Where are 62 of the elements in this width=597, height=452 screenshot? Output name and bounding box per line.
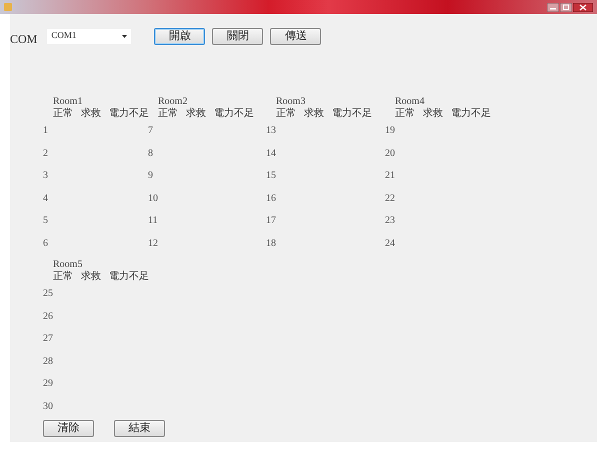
room-label: Room3 <box>275 96 306 108</box>
row-number: 3 <box>43 170 48 181</box>
row-number: 28 <box>43 356 53 366</box>
column-header: 正常 <box>395 108 415 120</box>
column-header: 電力不足 <box>109 271 149 283</box>
window-button[interactable]: 清除 <box>43 420 94 437</box>
row-number: 8 <box>148 148 153 158</box>
row-number: 29 <box>43 378 53 389</box>
row-number: 17 <box>266 215 276 226</box>
row-number: 16 <box>266 192 276 204</box>
row-number: 5 <box>43 215 48 226</box>
row-number: 13 <box>266 125 276 136</box>
room-label: Room2 <box>157 96 188 108</box>
window-button[interactable]: 結束 <box>114 420 165 437</box>
row-number: 14 <box>266 148 276 158</box>
row-number: 1 <box>43 125 48 136</box>
column-header: 正常 <box>158 108 178 120</box>
column-header: 正常 <box>53 108 73 120</box>
room-label: Room5 <box>52 259 84 270</box>
column-header: 求救 <box>423 108 443 120</box>
row-number: 19 <box>385 125 395 136</box>
room-label: Room1 <box>52 96 84 108</box>
row-number: 12 <box>148 238 158 248</box>
row-number: 26 <box>43 310 53 322</box>
row-number: 2 <box>43 148 48 158</box>
app-icon <box>4 3 12 11</box>
close-icon[interactable] <box>573 2 593 12</box>
row-number: 24 <box>385 238 395 248</box>
row-number: 6 <box>43 238 48 248</box>
column-header: 正常 <box>276 108 296 120</box>
column-header: 求救 <box>81 271 101 283</box>
row-number: 4 <box>43 192 48 204</box>
com-label: COM <box>10 31 38 48</box>
column-header: 求救 <box>81 108 101 120</box>
window-button[interactable]: 開啟 <box>154 28 206 44</box>
column-header: 電力不足 <box>109 108 149 120</box>
row-number: 18 <box>266 238 276 248</box>
row-number: 22 <box>385 192 395 204</box>
row-number: 7 <box>148 125 153 136</box>
column-header: 求救 <box>304 108 324 120</box>
maximize-icon[interactable] <box>560 2 572 12</box>
row-number: 30 <box>43 400 53 412</box>
window-button[interactable]: 傳送 <box>270 28 322 44</box>
row-number: 20 <box>385 148 395 158</box>
row-number: 23 <box>385 215 395 226</box>
row-number: 25 <box>43 288 53 299</box>
column-header: 求救 <box>186 108 206 120</box>
window-button[interactable]: 關閉 <box>212 28 264 44</box>
column-header: 電力不足 <box>332 108 372 120</box>
row-number: 9 <box>148 170 153 181</box>
row-number: 15 <box>266 170 276 181</box>
row-number: 10 <box>148 192 158 204</box>
port-dropdown[interactable]: COM1 <box>47 28 132 44</box>
column-header: 電力不足 <box>451 108 491 120</box>
column-header: 正常 <box>53 271 73 283</box>
dropdown-arrow-icon <box>122 34 128 38</box>
room-label: Room4 <box>394 96 426 108</box>
row-number: 11 <box>148 215 158 226</box>
column-header: 電力不足 <box>214 108 254 120</box>
row-number: 27 <box>43 333 53 344</box>
row-number: 21 <box>385 170 395 181</box>
minimize-icon[interactable] <box>547 2 559 12</box>
